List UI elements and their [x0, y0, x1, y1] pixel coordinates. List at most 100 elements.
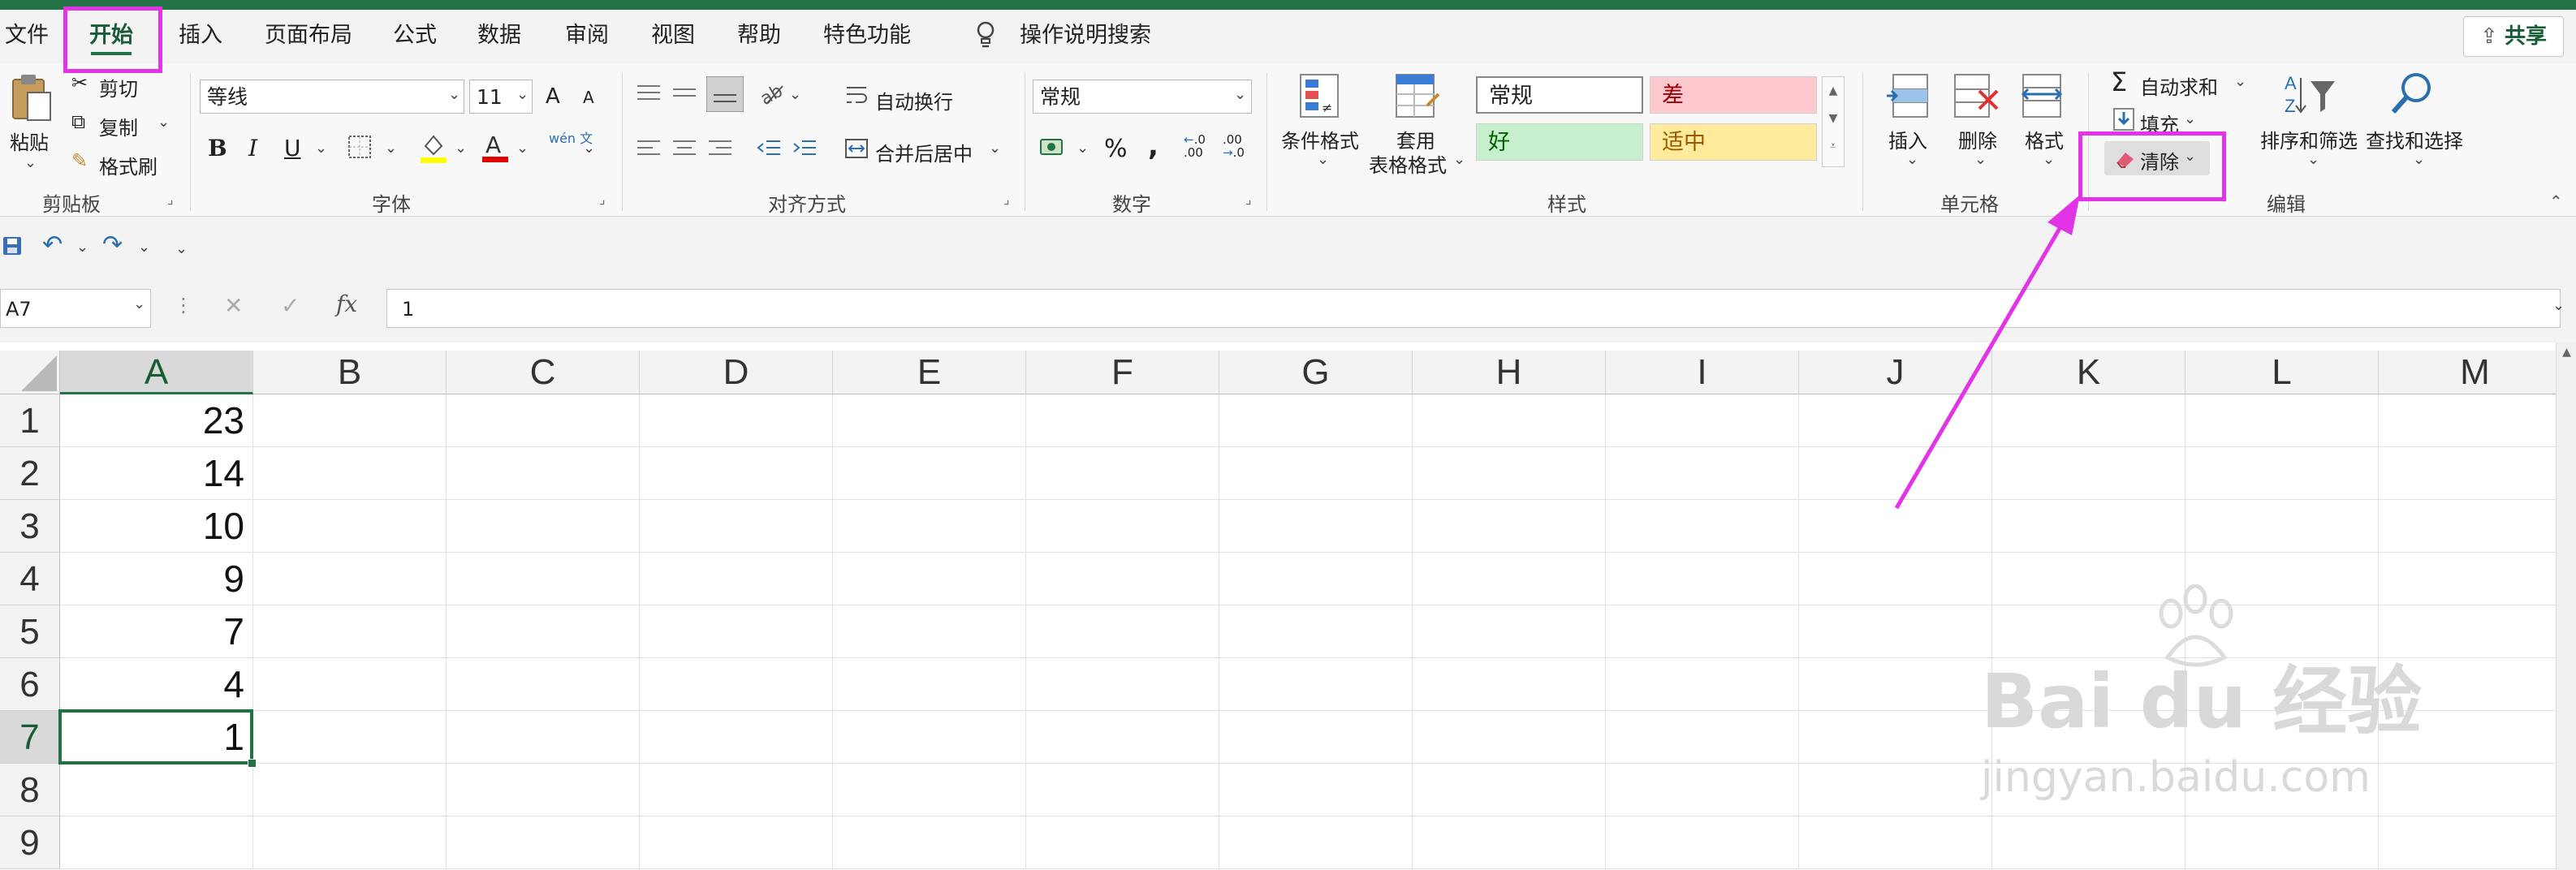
phonetic-dropdown-icon[interactable]: ⌄: [583, 140, 595, 157]
style-neutral[interactable]: 适中: [1650, 123, 1817, 161]
cell-c1[interactable]: [447, 394, 640, 447]
cell-b1[interactable]: [253, 394, 447, 447]
cell-e9[interactable]: [833, 816, 1026, 869]
cell-g4[interactable]: [1219, 553, 1413, 605]
bold-button[interactable]: B: [208, 135, 227, 162]
cell-f9[interactable]: [1026, 816, 1219, 869]
cell-e8[interactable]: [833, 764, 1026, 816]
cell-i9[interactable]: [1606, 816, 1799, 869]
expand-formula-icon[interactable]: ⌄: [2552, 297, 2565, 314]
cell-d5[interactable]: [640, 605, 833, 658]
cell-b5[interactable]: [253, 605, 447, 658]
cell-i5[interactable]: [1606, 605, 1799, 658]
cell-i7[interactable]: [1606, 711, 1799, 764]
font-launcher-icon[interactable]: ⌟: [599, 192, 606, 207]
cell-g6[interactable]: [1219, 658, 1413, 711]
comma-style-button[interactable]: ,: [1148, 130, 1159, 162]
cell-a8[interactable]: [60, 764, 253, 816]
clipboard-launcher-icon[interactable]: ⌟: [167, 192, 174, 207]
cell-c2[interactable]: [447, 447, 640, 500]
cell-c5[interactable]: [447, 605, 640, 658]
cell-m2[interactable]: [2379, 447, 2572, 500]
cell-b8[interactable]: [253, 764, 447, 816]
fill-color-dropdown-icon[interactable]: ⌄: [455, 140, 467, 157]
format-cells-icon[interactable]: [2020, 71, 2065, 123]
cell-j7[interactable]: [1799, 711, 1992, 764]
name-box[interactable]: A7: [0, 289, 151, 328]
column-header-e[interactable]: E: [833, 351, 1026, 394]
copy-dropdown-icon[interactable]: ⌄: [157, 114, 170, 131]
cell-h5[interactable]: [1413, 605, 1606, 658]
merge-center-icon[interactable]: [844, 136, 869, 164]
column-header-f[interactable]: F: [1026, 351, 1219, 394]
number-format-dropdown-icon[interactable]: ⌄: [1234, 86, 1246, 103]
autosum-button[interactable]: 自动求和: [2140, 71, 2218, 100]
tab-page-layout[interactable]: 页面布局: [265, 19, 352, 52]
autosum-icon[interactable]: Σ: [2111, 67, 2127, 97]
paste-dropdown-icon[interactable]: ⌄: [24, 154, 37, 171]
cell-a9[interactable]: [60, 816, 253, 869]
cell-g9[interactable]: [1219, 816, 1413, 869]
align-left-icon[interactable]: [635, 136, 662, 164]
styles-gallery-scroll[interactable]: ▲ ▼ ⩡: [1822, 76, 1845, 167]
row-header-4[interactable]: 4: [0, 553, 60, 605]
row-header-5[interactable]: 5: [0, 605, 60, 658]
redo-icon[interactable]: ↷: [102, 230, 123, 259]
cell-c6[interactable]: [447, 658, 640, 711]
delete-cells-icon[interactable]: [1952, 71, 2000, 123]
cell-f6[interactable]: [1026, 658, 1219, 711]
cell-d9[interactable]: [640, 816, 833, 869]
cell-a2[interactable]: 14: [60, 447, 253, 500]
cell-h3[interactable]: [1413, 500, 1606, 553]
name-box-dropdown-icon[interactable]: ⌄: [133, 295, 145, 312]
cell-l3[interactable]: [2186, 500, 2379, 553]
formula-input[interactable]: 1: [386, 289, 2561, 328]
tab-formulas[interactable]: 公式: [393, 19, 437, 52]
decrease-indent-icon[interactable]: [755, 136, 783, 164]
cell-f3[interactable]: [1026, 500, 1219, 553]
cell-a4[interactable]: 9: [60, 553, 253, 605]
fill-handle[interactable]: [248, 759, 257, 768]
cell-f2[interactable]: [1026, 447, 1219, 500]
accounting-dropdown-icon[interactable]: ⌄: [1077, 140, 1089, 157]
column-header-a[interactable]: A: [60, 351, 253, 394]
merge-center-button[interactable]: 合并后居中: [875, 138, 973, 166]
cell-d7[interactable]: [640, 711, 833, 764]
insert-cells-icon[interactable]: [1885, 71, 1931, 123]
sort-filter-button[interactable]: 排序和筛选: [2260, 125, 2358, 153]
accounting-format-icon[interactable]: [1039, 135, 1068, 164]
cell-i6[interactable]: [1606, 658, 1799, 711]
cell-h1[interactable]: [1413, 394, 1606, 447]
column-header-d[interactable]: D: [640, 351, 833, 394]
cell-c3[interactable]: [447, 500, 640, 553]
cell-i4[interactable]: [1606, 553, 1799, 605]
cell-b4[interactable]: [253, 553, 447, 605]
find-select-dropdown-icon[interactable]: ⌄: [2413, 151, 2425, 168]
cell-b3[interactable]: [253, 500, 447, 553]
orientation-dropdown-icon[interactable]: ⌄: [789, 86, 801, 103]
cell-f1[interactable]: [1026, 394, 1219, 447]
cell-b7[interactable]: [253, 711, 447, 764]
format-as-table-button[interactable]: 表格格式: [1369, 149, 1447, 178]
font-color-dropdown-icon[interactable]: ⌄: [516, 140, 529, 157]
cell-e5[interactable]: [833, 605, 1026, 658]
column-header-c[interactable]: C: [447, 351, 640, 394]
undo-icon[interactable]: ↶: [42, 230, 63, 259]
cell-c9[interactable]: [447, 816, 640, 869]
cell-e3[interactable]: [833, 500, 1026, 553]
cell-a6[interactable]: 4: [60, 658, 253, 711]
find-select-button[interactable]: 查找和选择: [2366, 125, 2463, 153]
underline-button[interactable]: U: [284, 135, 301, 162]
delete-dropdown-icon[interactable]: ⌄: [1974, 151, 1987, 168]
align-right-icon[interactable]: [706, 136, 734, 164]
cell-h4[interactable]: [1413, 553, 1606, 605]
style-normal[interactable]: 常规: [1476, 76, 1643, 114]
align-bottom-icon[interactable]: [706, 76, 744, 112]
delete-cells-button[interactable]: 删除: [1958, 125, 1997, 153]
cell-e7[interactable]: [833, 711, 1026, 764]
scroll-up-icon[interactable]: ▲: [2557, 346, 2576, 359]
sort-filter-dropdown-icon[interactable]: ⌄: [2307, 151, 2319, 168]
number-format-field[interactable]: 常规: [1033, 80, 1252, 114]
cell-m1[interactable]: [2379, 394, 2572, 447]
wrap-text-button[interactable]: 自动换行: [875, 86, 953, 114]
